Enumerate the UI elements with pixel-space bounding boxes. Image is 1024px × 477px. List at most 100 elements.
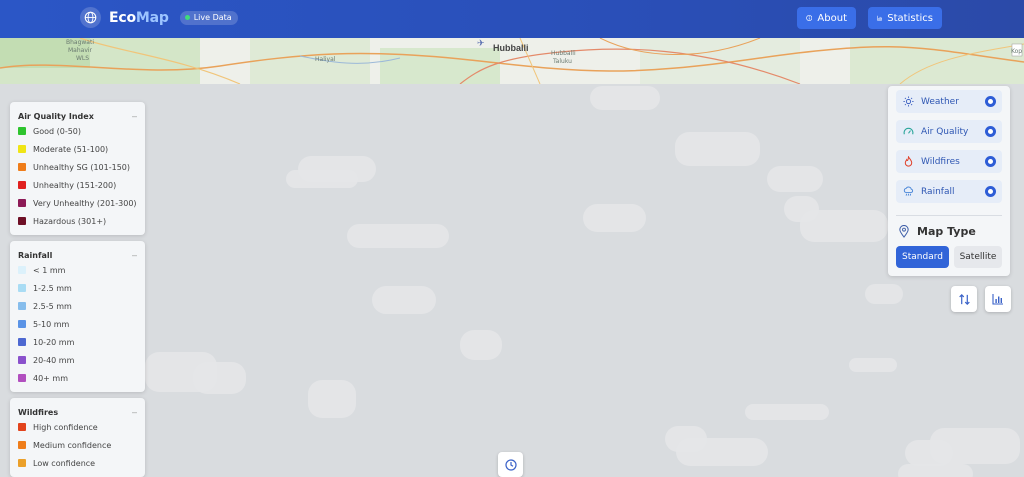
layer-toggle-weather[interactable]: Weather (896, 90, 1002, 113)
layer-radio[interactable] (985, 96, 996, 107)
layers-panel: Weather Air Quality Wildfires Rainfall M… (888, 86, 1010, 276)
legend-item: Low confidence (18, 454, 137, 472)
layer-radio[interactable] (985, 186, 996, 197)
legend-item-label: 10-20 mm (33, 337, 75, 347)
legend-title: Air Quality Index (18, 111, 94, 121)
legend-item: 10-20 mm (18, 333, 137, 351)
map-type-label: Map Type (917, 225, 976, 238)
about-button[interactable]: About (797, 7, 856, 29)
legend-rainfall: Rainfall – < 1 mm 1-2.5 mm 2.5-5 mm 5-10 mm… (10, 241, 145, 392)
brand[interactable]: EcoMap Live Data (80, 7, 238, 28)
airport-icon: ✈ (477, 38, 485, 48)
layer-toggle-rainfall[interactable]: Rainfall (896, 180, 1002, 203)
legend-item: High confidence (18, 418, 137, 436)
map-type-heading: Map Type (898, 225, 976, 238)
legend-item-label: Moderate (51-100) (33, 144, 109, 154)
flame-icon (904, 156, 913, 167)
legend-swatch (18, 356, 26, 364)
layer-toggle-wildfires[interactable]: Wildfires (896, 150, 1002, 173)
legend-item: Hazardous (301+) (18, 212, 137, 230)
map-strip[interactable]: Bhagwati Mahavir WLS Haliyal ✈ Hubballi … (0, 38, 1024, 84)
collapse-icon[interactable]: – (132, 111, 137, 121)
map-label: Mahavir (68, 47, 93, 54)
legend-swatch (18, 441, 26, 449)
layer-label: Weather (921, 96, 959, 107)
legend-item-label: Unhealthy SG (101-150) (33, 162, 131, 172)
legend-swatch (18, 338, 26, 346)
layer-label: Wildfires (921, 156, 960, 167)
brand-name: EcoMap (109, 10, 169, 26)
legend-item: 5-10 mm (18, 315, 137, 333)
legend-item-label: Medium confidence (33, 440, 112, 450)
map-canvas[interactable] (0, 84, 1024, 477)
legend-swatch (18, 145, 26, 153)
legend-swatch (18, 199, 26, 207)
layer-toggle-air-quality[interactable]: Air Quality (896, 120, 1002, 143)
map-label: Hubballi (551, 50, 576, 57)
layer-radio[interactable] (985, 126, 996, 137)
legend-item-label: 2.5-5 mm (33, 301, 72, 311)
legend-item-label: High confidence (33, 422, 98, 432)
legend-swatch (18, 217, 26, 225)
globe-icon (80, 7, 101, 28)
legend-item-label: Very Unhealthy (201-300) (33, 198, 137, 208)
legend-title: Rainfall (18, 250, 53, 260)
timeline-button[interactable] (498, 452, 523, 477)
sun-icon (903, 96, 914, 107)
legend-swatch (18, 181, 26, 189)
info-icon (806, 15, 813, 21)
map-pin-icon (899, 225, 909, 238)
bar-chart-icon (877, 15, 882, 21)
legend-title: Wildfires (18, 407, 59, 417)
legend-item-label: 20-40 mm (33, 355, 75, 365)
legend-item: Unhealthy (151-200) (18, 176, 137, 194)
legend-item: Unhealthy SG (101-150) (18, 158, 137, 176)
legend-item: 20-40 mm (18, 351, 137, 369)
legend-item: 40+ mm (18, 369, 137, 387)
statistics-button[interactable]: Statistics (868, 7, 942, 29)
map-city-label: Hubballi (493, 43, 529, 53)
top-header: EcoMap Live Data About Statistics (0, 0, 1024, 38)
legend-item: Very Unhealthy (201-300) (18, 194, 137, 212)
legend-item: 1-2.5 mm (18, 279, 137, 297)
collapse-icon[interactable]: – (132, 250, 137, 260)
layer-label: Air Quality (921, 126, 969, 137)
legend-swatch (18, 320, 26, 328)
legend-item: Moderate (51-100) (18, 140, 137, 158)
legend-item: Good (0-50) (18, 122, 137, 140)
legend-swatch (18, 459, 26, 467)
legend-swatch (18, 266, 26, 274)
legend-item-label: Low confidence (33, 458, 96, 468)
layer-label: Rainfall (921, 186, 955, 197)
collapse-icon[interactable]: – (132, 407, 137, 417)
legend-air-quality: Air Quality Index – Good (0-50) Moderate … (10, 102, 145, 235)
brand-map: Map (135, 9, 169, 26)
legend-item: 2.5-5 mm (18, 297, 137, 315)
legend-wildfires: Wildfires – High confidence Medium confid… (10, 398, 145, 477)
brand-eco: Eco (109, 9, 136, 26)
chart-toggle-button[interactable] (985, 286, 1011, 312)
legend-item-label: Good (0-50) (33, 126, 82, 136)
map-label: WLS (76, 55, 90, 62)
swap-sort-button[interactable] (951, 286, 977, 312)
legend-item-label: 5-10 mm (33, 319, 70, 329)
map-label: Bhagwati (66, 39, 95, 46)
live-dot-icon (184, 15, 190, 20)
map-type-standard-button[interactable]: Standard (896, 246, 949, 268)
live-data-badge: Live Data (179, 10, 238, 25)
legend-swatch (18, 423, 26, 431)
clock-icon (504, 458, 517, 471)
legend-swatch (18, 284, 26, 292)
legend-item-label: Unhealthy (151-200) (33, 180, 117, 190)
legend-item: < 1 mm (18, 261, 137, 279)
legend-swatch (18, 374, 26, 382)
legend-item-label: 40+ mm (33, 373, 69, 383)
swap-arrows-icon (958, 293, 970, 305)
map-type-satellite-button[interactable]: Satellite (954, 246, 1002, 268)
legend-item: Medium confidence (18, 436, 137, 454)
statistics-label: Statistics (887, 12, 933, 24)
about-label: About (817, 12, 847, 24)
layer-radio[interactable] (985, 156, 996, 167)
legend-item-label: < 1 mm (33, 265, 66, 275)
legend-swatch (18, 302, 26, 310)
